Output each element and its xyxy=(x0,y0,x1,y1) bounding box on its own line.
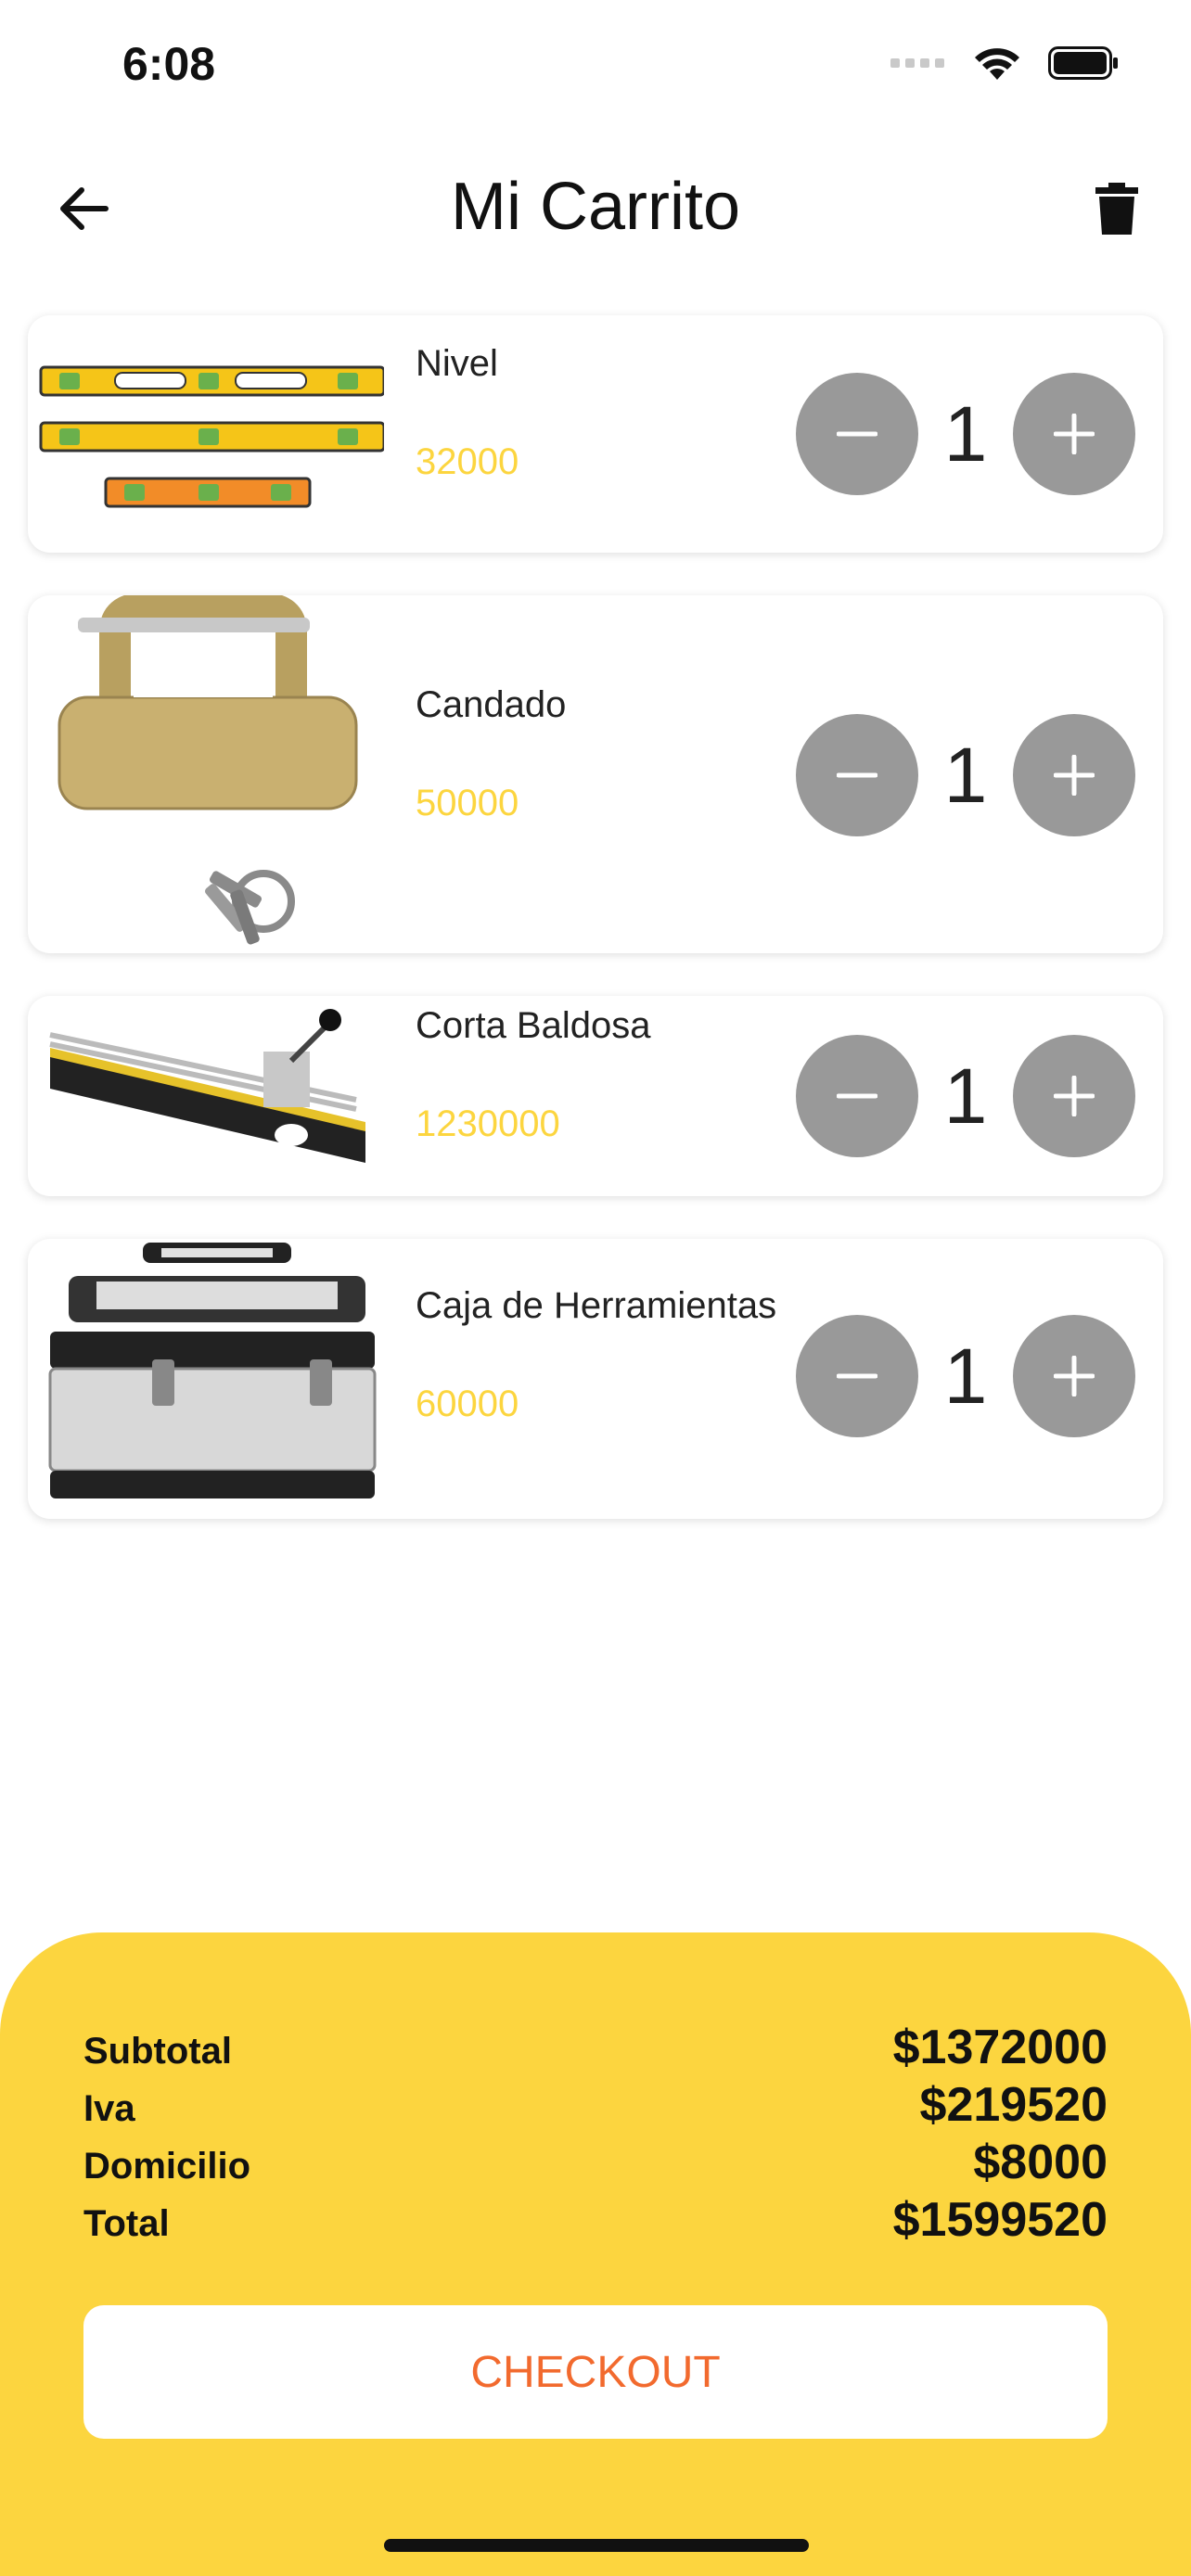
product-image-nivel xyxy=(32,315,384,553)
product-image-corta-baldosa xyxy=(32,996,384,1196)
decrease-button[interactable] xyxy=(796,714,918,836)
item-name: Nivel xyxy=(416,343,498,384)
cart-item: Caja de Herramientas 60000 1 xyxy=(28,1239,1163,1519)
trash-icon xyxy=(1095,183,1138,235)
increase-button[interactable] xyxy=(1013,373,1135,495)
cart-item: Candado 50000 1 xyxy=(28,595,1163,953)
page-title: Mi Carrito xyxy=(450,170,740,244)
status-icons xyxy=(890,45,1121,82)
minus-icon xyxy=(837,1373,877,1379)
iva-label: Iva xyxy=(83,2088,135,2129)
decrease-button[interactable] xyxy=(796,1315,918,1437)
subtotal-value: $1372000 xyxy=(892,2021,1108,2074)
plus-icon xyxy=(1054,414,1095,454)
decrease-button[interactable] xyxy=(796,373,918,495)
status-bar: 6:08 xyxy=(0,0,1191,130)
quantity-value: 1 xyxy=(943,389,988,478)
plus-icon xyxy=(1054,755,1095,796)
header: Mi Carrito xyxy=(0,148,1191,269)
item-price: 50000 xyxy=(416,783,519,823)
domicilio-row: Domicilio $8000 xyxy=(83,2135,1108,2190)
subtotal-label: Subtotal xyxy=(83,2031,232,2072)
plus-icon xyxy=(1054,1356,1095,1396)
iva-value: $219520 xyxy=(919,2078,1108,2132)
total-row: Total $1599520 xyxy=(83,2192,1108,2248)
quantity-value: 1 xyxy=(943,1052,988,1140)
iva-row: Iva $219520 xyxy=(83,2077,1108,2133)
item-name: Caja de Herramientas xyxy=(416,1285,777,1326)
minus-icon xyxy=(837,772,877,778)
item-price: 1230000 xyxy=(416,1103,560,1144)
item-name: Corta Baldosa xyxy=(416,1005,651,1046)
quantity-stepper: 1 xyxy=(796,714,1135,836)
quantity-stepper: 1 xyxy=(796,373,1135,495)
minus-icon xyxy=(837,1093,877,1099)
subtotal-row: Subtotal $1372000 xyxy=(83,2020,1108,2075)
increase-button[interactable] xyxy=(1013,1035,1135,1157)
battery-icon xyxy=(1048,46,1118,80)
clear-cart-button[interactable] xyxy=(1080,172,1154,246)
checkout-button[interactable]: CHECKOUT xyxy=(83,2305,1108,2439)
domicilio-label: Domicilio xyxy=(83,2146,251,2187)
order-summary: Subtotal $1372000 Iva $219520 Domicilio … xyxy=(0,1932,1191,2576)
home-indicator xyxy=(384,2539,809,2552)
quantity-value: 1 xyxy=(943,731,988,819)
product-image-candado xyxy=(32,595,384,953)
quantity-value: 1 xyxy=(943,1332,988,1420)
decrease-button[interactable] xyxy=(796,1035,918,1157)
minus-icon xyxy=(837,431,877,437)
cart-item: Nivel 32000 1 xyxy=(28,315,1163,553)
increase-button[interactable] xyxy=(1013,1315,1135,1437)
cart-item: Corta Baldosa 1230000 1 xyxy=(28,996,1163,1196)
total-label: Total xyxy=(83,2203,170,2244)
total-value: $1599520 xyxy=(892,2193,1108,2247)
item-name: Candado xyxy=(416,684,567,725)
item-price: 32000 xyxy=(416,441,519,482)
increase-button[interactable] xyxy=(1013,714,1135,836)
quantity-stepper: 1 xyxy=(796,1315,1135,1437)
domicilio-value: $8000 xyxy=(973,2136,1108,2189)
item-price: 60000 xyxy=(416,1384,519,1424)
wifi-icon xyxy=(975,48,1019,80)
status-time: 6:08 xyxy=(122,38,216,90)
quantity-stepper: 1 xyxy=(796,1035,1135,1157)
product-image-caja-herramientas xyxy=(32,1239,384,1519)
cellular-signal-icon xyxy=(890,58,944,68)
plus-icon xyxy=(1054,1076,1095,1116)
